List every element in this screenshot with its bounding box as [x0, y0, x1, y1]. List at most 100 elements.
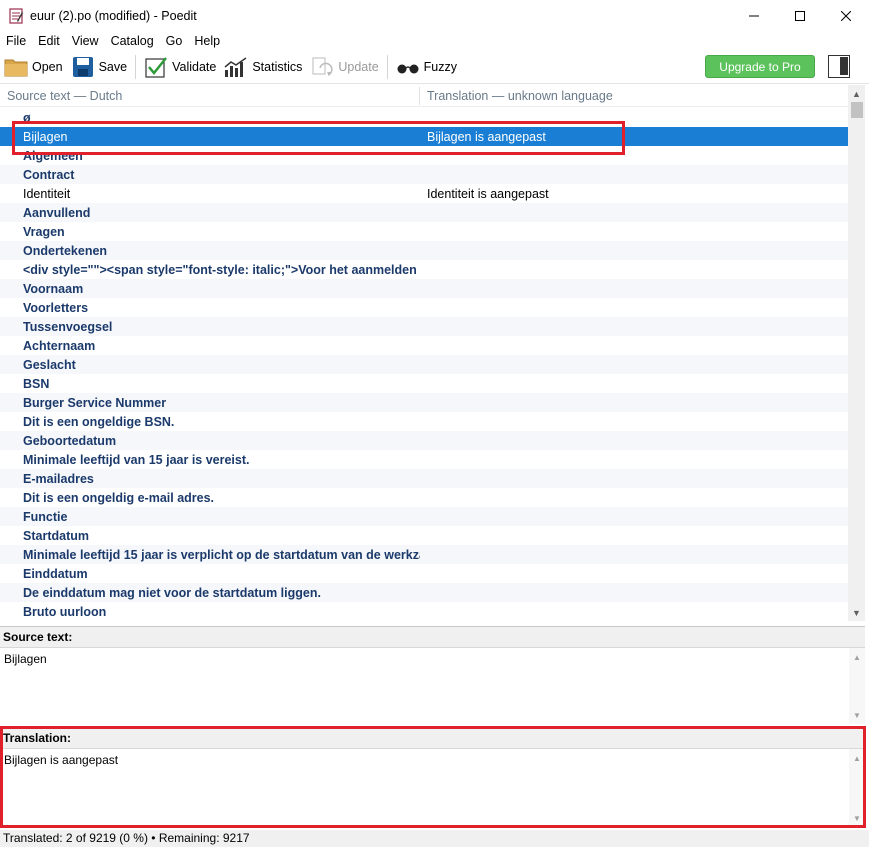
statistics-button[interactable]: Statistics	[220, 52, 306, 82]
row-source-text: Geslacht	[23, 357, 76, 372]
row-source-text: Minimale leeftijd van 15 jaar is vereist…	[23, 452, 250, 467]
list-header: Source text — Dutch Translation — unknow…	[0, 85, 848, 107]
row-source-text: Vragen	[23, 224, 65, 239]
sidebar-toggle-icon[interactable]	[828, 55, 850, 78]
source-pane-label: Source text:	[0, 626, 865, 648]
list-scrollbar[interactable]: ▲ ▼	[848, 85, 865, 621]
row-source-text: Geboortedatum	[23, 433, 117, 448]
glasses-icon	[396, 55, 420, 79]
statistics-label: Statistics	[252, 60, 303, 74]
toolbar: Open Save Validate Statistics Update Fuz…	[0, 51, 869, 84]
table-row[interactable]: Achternaam	[0, 336, 848, 355]
save-label: Save	[98, 60, 128, 74]
row-source-text: De einddatum mag niet voor de startdatum…	[23, 585, 321, 600]
row-translation-text: Bijlagen is aangepast	[427, 129, 546, 144]
open-button[interactable]: Open	[0, 52, 67, 82]
minimize-icon[interactable]	[731, 0, 777, 31]
table-row[interactable]: Voornaam	[0, 279, 848, 298]
table-row[interactable]: Geboortedatum	[0, 431, 848, 450]
row-source-text: Dit is een ongeldige BSN.	[23, 414, 175, 429]
table-row[interactable]: Algemeen	[0, 146, 848, 165]
table-row[interactable]: Minimale leeftijd 15 jaar is verplicht o…	[0, 545, 848, 564]
checkmark-icon	[144, 55, 168, 79]
upgrade-to-pro-button[interactable]: Upgrade to Pro	[705, 55, 815, 78]
close-icon[interactable]	[823, 0, 869, 31]
toolbar-separator	[386, 55, 388, 79]
source-pane-scrollbar[interactable]: ▲ ▼	[849, 648, 865, 724]
open-label: Open	[32, 60, 63, 74]
scroll-down-icon[interactable]: ▼	[849, 811, 865, 825]
table-row[interactable]: Tussenvoegsel	[0, 317, 848, 336]
menu-bar: File Edit View Catalog Go Help	[0, 31, 869, 51]
column-header-translation[interactable]: Translation — unknown language	[420, 87, 613, 105]
translation-pane-scrollbar[interactable]: ▲ ▼	[849, 749, 865, 827]
poedit-icon	[8, 7, 24, 24]
scroll-down-icon[interactable]: ▼	[848, 604, 865, 621]
table-row[interactable]: <div style=""><span style="font-style: i…	[0, 260, 848, 279]
table-row[interactable]: Contract	[0, 165, 848, 184]
row-source-text: Startdatum	[23, 528, 89, 543]
row-source-text: Minimale leeftijd 15 jaar is verplicht o…	[23, 547, 420, 562]
row-source-text: BSN	[23, 376, 50, 391]
row-source-text: Dit is een ongeldig e-mail adres.	[23, 490, 215, 505]
row-source-text: Bijlagen	[23, 129, 68, 144]
row-source-text: Achternaam	[23, 338, 96, 353]
table-row[interactable]: BSN	[0, 374, 848, 393]
table-row[interactable]: Dit is een ongeldige BSN.	[0, 412, 848, 431]
maximize-icon[interactable]	[777, 0, 823, 31]
menu-view[interactable]: View	[66, 31, 105, 51]
scroll-up-icon[interactable]: ▲	[849, 751, 865, 765]
fuzzy-label: Fuzzy	[423, 60, 458, 74]
row-source-text: Voornaam	[23, 281, 84, 296]
row-source-text: Identiteit	[23, 186, 71, 201]
table-row[interactable]: Einddatum	[0, 564, 848, 583]
row-source-text: <div style=""><span style="font-style: i…	[23, 262, 420, 277]
table-row[interactable]: Minimale leeftijd van 15 jaar is vereist…	[0, 450, 848, 469]
save-button[interactable]: Save	[67, 52, 132, 82]
scroll-down-icon[interactable]: ▼	[849, 708, 865, 722]
row-source-text: Contract	[23, 167, 75, 182]
title-bar: euur (2).po (modified) - Poedit	[0, 0, 869, 31]
translation-list[interactable]: ø Bijlagen Bijlagen is aangepast Algemeen Co…	[0, 108, 848, 621]
row-source-text: Burger Service Nummer	[23, 395, 167, 410]
table-row[interactable]: Burger Service Nummer	[0, 393, 848, 412]
table-row[interactable]: Startdatum	[0, 526, 848, 545]
table-row[interactable]: Aanvullend	[0, 203, 848, 222]
table-row[interactable]: Voorletters	[0, 298, 848, 317]
table-row-selected[interactable]: Bijlagen Bijlagen is aangepast	[0, 127, 848, 146]
row-source-text: Einddatum	[23, 566, 88, 581]
menu-help[interactable]: Help	[188, 31, 226, 51]
scroll-up-icon[interactable]: ▲	[848, 85, 865, 102]
fuzzy-button[interactable]: Fuzzy	[392, 52, 461, 82]
table-row[interactable]: Bruto uurloon	[0, 602, 848, 621]
table-row[interactable]: Functie	[0, 507, 848, 526]
table-row[interactable]: Vragen	[0, 222, 848, 241]
table-row[interactable]: Geslacht	[0, 355, 848, 374]
translation-input[interactable]: Bijlagen is aangepast	[0, 749, 849, 827]
table-row[interactable]: Ondertekenen	[0, 241, 848, 260]
folder-icon	[4, 55, 28, 79]
row-source-text: E-mailadres	[23, 471, 94, 486]
translation-pane-label: Translation:	[0, 727, 865, 749]
source-text-view: Bijlagen	[0, 648, 849, 724]
column-header-source[interactable]: Source text — Dutch	[0, 86, 420, 105]
row-source-text: ø	[23, 110, 31, 125]
menu-catalog[interactable]: Catalog	[105, 31, 160, 51]
table-row[interactable]: E-mailadres	[0, 469, 848, 488]
refresh-icon	[310, 55, 334, 79]
table-row[interactable]: ø	[0, 108, 848, 127]
window-title: euur (2).po (modified) - Poedit	[30, 8, 197, 23]
menu-edit[interactable]: Edit	[32, 31, 66, 51]
row-source-text: Ondertekenen	[23, 243, 108, 258]
table-row[interactable]: De einddatum mag niet voor de startdatum…	[0, 583, 848, 602]
menu-go[interactable]: Go	[160, 31, 189, 51]
floppy-icon	[71, 55, 95, 79]
validate-button[interactable]: Validate	[140, 52, 220, 82]
scroll-up-icon[interactable]: ▲	[849, 650, 865, 664]
table-row[interactable]: Dit is een ongeldig e-mail adres.	[0, 488, 848, 507]
row-source-text: Tussenvoegsel	[23, 319, 113, 334]
menu-file[interactable]: File	[0, 31, 32, 51]
update-button[interactable]: Update	[306, 52, 382, 82]
scroll-thumb[interactable]	[851, 102, 863, 118]
table-row[interactable]: Identiteit Identiteit is aangepast	[0, 184, 848, 203]
